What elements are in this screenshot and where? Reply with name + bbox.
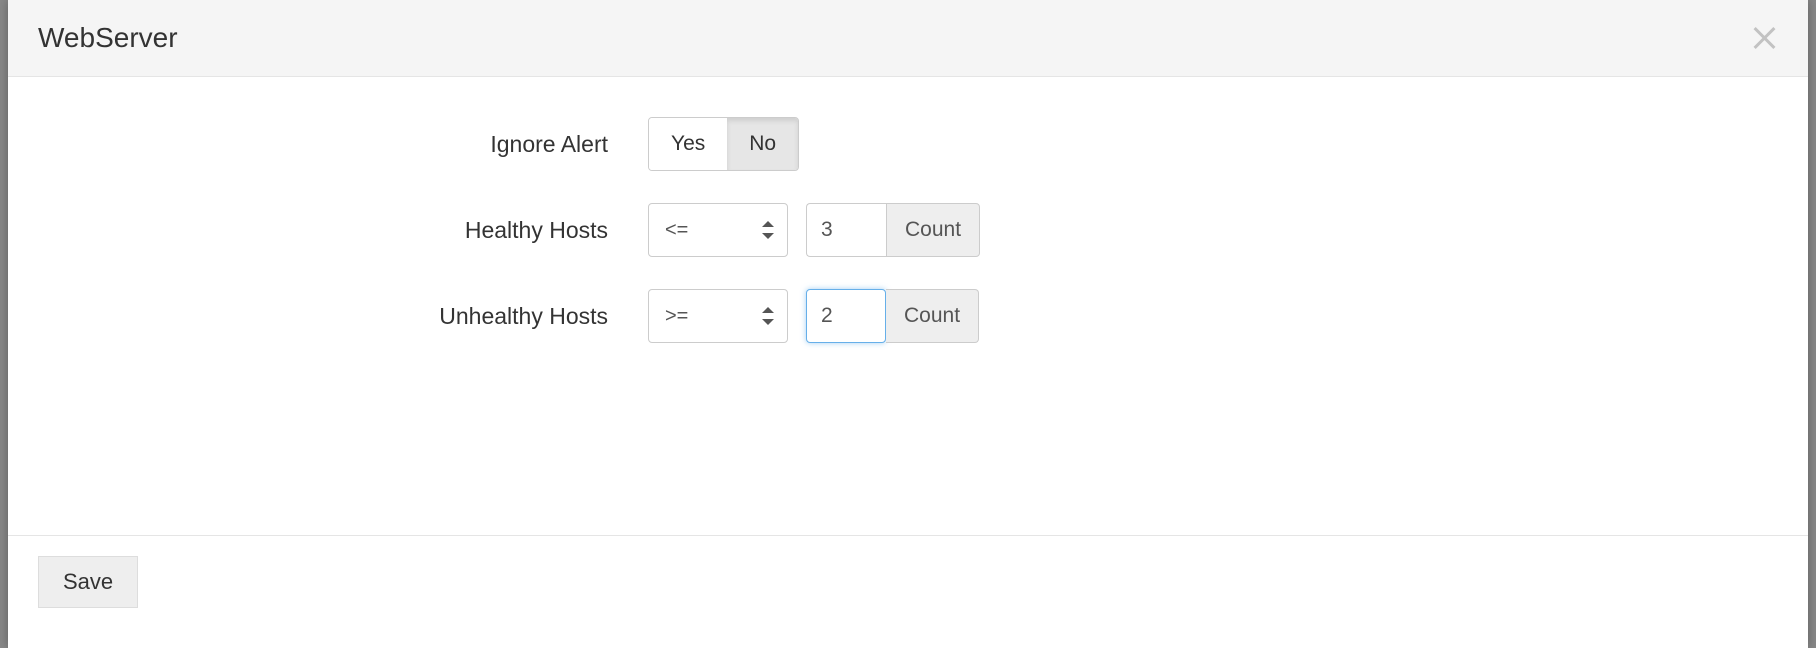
label-ignore-alert: Ignore Alert [38,131,648,158]
select-unhealthy-operator[interactable]: >= [648,289,788,343]
label-healthy-hosts: Healthy Hosts [38,217,648,244]
toggle-ignore-alert: Yes No [648,117,799,171]
toggle-ignore-alert-yes[interactable]: Yes [649,118,727,170]
label-unhealthy-hosts: Unhealthy Hosts [38,303,648,330]
addon-unhealthy-unit: Count [886,289,979,343]
modal-header: WebServer [8,0,1808,77]
addon-healthy-unit: Count [886,203,980,257]
modal-title: WebServer [38,22,178,54]
select-unhealthy-operator-wrap: >= [648,289,788,343]
close-icon[interactable] [1750,24,1778,52]
select-healthy-operator-wrap: <= [648,203,788,257]
input-group-unhealthy: Count [806,289,979,343]
select-healthy-operator[interactable]: <= [648,203,788,257]
input-group-healthy: Count [806,203,980,257]
webserver-modal: WebServer Ignore Alert Yes No Healthy Ho… [8,0,1808,648]
save-button[interactable]: Save [38,556,138,608]
toggle-ignore-alert-no[interactable]: No [727,118,798,170]
input-healthy-value[interactable] [806,203,886,257]
row-ignore-alert: Ignore Alert Yes No [38,117,1778,171]
modal-body: Ignore Alert Yes No Healthy Hosts <= [8,77,1808,535]
modal-footer: Save [8,535,1808,648]
row-unhealthy-hosts: Unhealthy Hosts >= Count [38,289,1778,343]
row-healthy-hosts: Healthy Hosts <= Count [38,203,1778,257]
input-unhealthy-value[interactable] [806,289,886,343]
